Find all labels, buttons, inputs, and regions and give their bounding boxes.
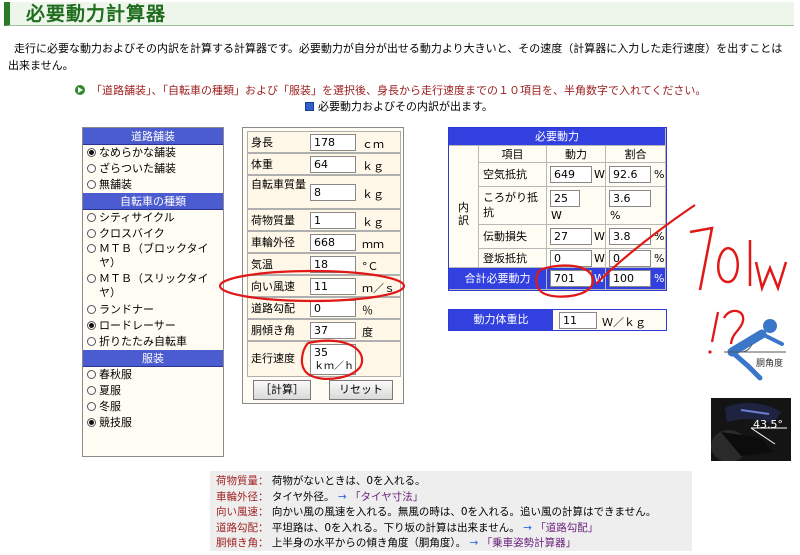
total-power-circle [535, 264, 595, 298]
posture-figure: 胴角度 [724, 319, 786, 381]
arrow-swoosh [595, 204, 696, 285]
torso-angle-figure-label: 胴角度 [756, 357, 783, 369]
headwind-circle [218, 269, 406, 303]
speed-circle [300, 339, 364, 380]
handwritten-question: !? [712, 349, 713, 351]
annotation-overlay: 701w !? 胴角度 [218, 204, 788, 381]
